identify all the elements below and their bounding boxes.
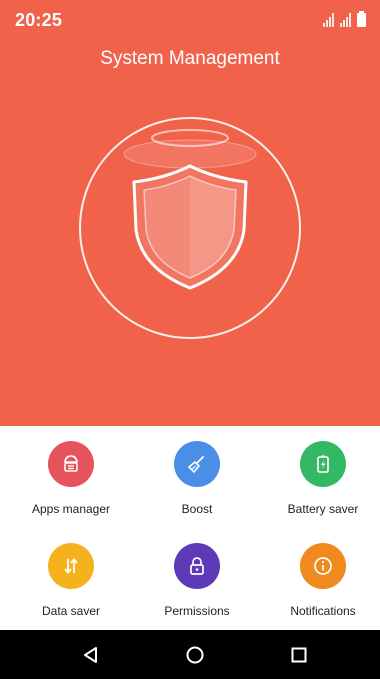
battery-saver-tile[interactable]: Battery saver (260, 441, 380, 516)
hero-banner: 20:25 System Management (0, 0, 380, 426)
feature-grid: Apps manager Boost Battery saver Data sa… (0, 426, 380, 630)
signal-icon-secondary (340, 13, 351, 27)
boost-label: Boost (181, 502, 213, 516)
battery-saver-label: Battery saver (287, 502, 359, 516)
battery-icon (300, 441, 346, 487)
data-arrows-icon (48, 543, 94, 589)
apps-manager-label: Apps manager (31, 502, 111, 516)
lock-icon (174, 543, 220, 589)
recents-square-icon[interactable] (286, 642, 312, 668)
page-title: System Management (100, 48, 280, 69)
back-triangle-icon[interactable] (78, 642, 104, 668)
status-icons (323, 11, 366, 27)
boost-tile[interactable]: Boost (134, 441, 260, 516)
status-time: 20:25 (15, 10, 63, 30)
signal-icon (323, 13, 334, 27)
broom-icon (174, 441, 220, 487)
notifications-label: Notifications (290, 604, 356, 618)
data-saver-label: Data saver (41, 604, 101, 618)
data-saver-tile[interactable]: Data saver (8, 543, 134, 618)
permissions-tile[interactable]: Permissions (134, 543, 260, 618)
notifications-tile[interactable]: Notifications (260, 543, 380, 618)
status-bar: 20:25 (0, 0, 380, 36)
home-circle-icon[interactable] (182, 642, 208, 668)
shield-illustration-icon (79, 117, 301, 339)
info-icon (300, 543, 346, 589)
apps-manager-tile[interactable]: Apps manager (8, 441, 134, 516)
navigation-bar (0, 630, 380, 679)
android-icon (48, 441, 94, 487)
battery-status-icon (357, 11, 366, 27)
permissions-label: Permissions (164, 604, 230, 618)
